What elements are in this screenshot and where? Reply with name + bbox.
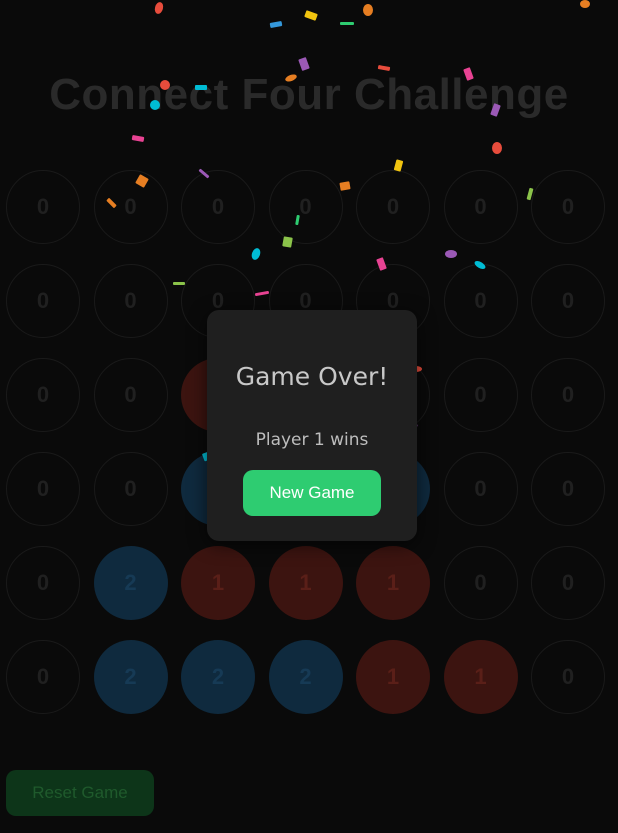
reset-game-button[interactable]: Reset Game [6,770,154,816]
board-cell[interactable]: 0 [93,358,168,432]
board-cell[interactable]: 0 [93,170,168,244]
board-cell[interactable]: 0 [6,640,80,714]
board-cell[interactable]: 2 [181,640,255,714]
confetti-piece [269,20,283,29]
board-cell[interactable]: 0 [443,170,518,244]
board-cell[interactable]: 0 [6,264,80,338]
board-cell[interactable]: 1 [356,640,430,714]
board-cell[interactable]: 0 [93,264,168,338]
board-cell[interactable]: 1 [181,546,255,620]
board-cell[interactable]: 0 [531,358,605,432]
confetti-piece [340,22,354,25]
board-cell[interactable]: 0 [6,170,80,244]
confetti-piece [304,10,318,21]
confetti-piece [298,56,310,72]
board-cell[interactable]: 0 [531,452,605,526]
game-over-dialog: Game Over! Player 1 wins New Game [207,310,417,541]
page-title: Connect Four Challenge [49,70,569,119]
board-cell[interactable]: 2 [93,640,168,714]
board-cell[interactable]: 0 [93,452,168,526]
board-cell[interactable]: 0 [443,358,518,432]
confetti-piece [131,134,145,143]
board-cell[interactable]: 0 [531,546,605,620]
board-cell[interactable]: 2 [93,546,168,620]
board-cell[interactable]: 0 [443,546,518,620]
board-cell[interactable]: 0 [443,452,518,526]
board-cell[interactable]: 0 [181,170,255,244]
board-cell[interactable]: 1 [356,546,430,620]
confetti-piece [580,0,590,8]
board-cell[interactable]: 2 [268,640,343,714]
board-cell[interactable]: 0 [531,170,605,244]
board-cell[interactable]: 0 [531,264,605,338]
board-cell[interactable]: 1 [443,640,518,714]
dialog-title: Game Over! [235,362,389,391]
board-cell[interactable]: 0 [443,264,518,338]
board-cell[interactable]: 0 [6,452,80,526]
confetti-piece [153,1,165,15]
board-cell[interactable]: 0 [268,170,343,244]
board-cell[interactable]: 0 [6,546,80,620]
board-cell[interactable]: 0 [356,170,430,244]
winner-message: Player 1 wins [255,430,369,450]
new-game-button[interactable]: New Game [243,470,381,516]
confetti-piece [492,142,502,154]
board-cell[interactable]: 0 [6,358,80,432]
board-cell[interactable]: 1 [268,546,343,620]
board-cell[interactable]: 0 [531,640,605,714]
confetti-piece [363,4,373,16]
game-page: Connect Four Challenge 00000000000000001… [0,0,618,833]
